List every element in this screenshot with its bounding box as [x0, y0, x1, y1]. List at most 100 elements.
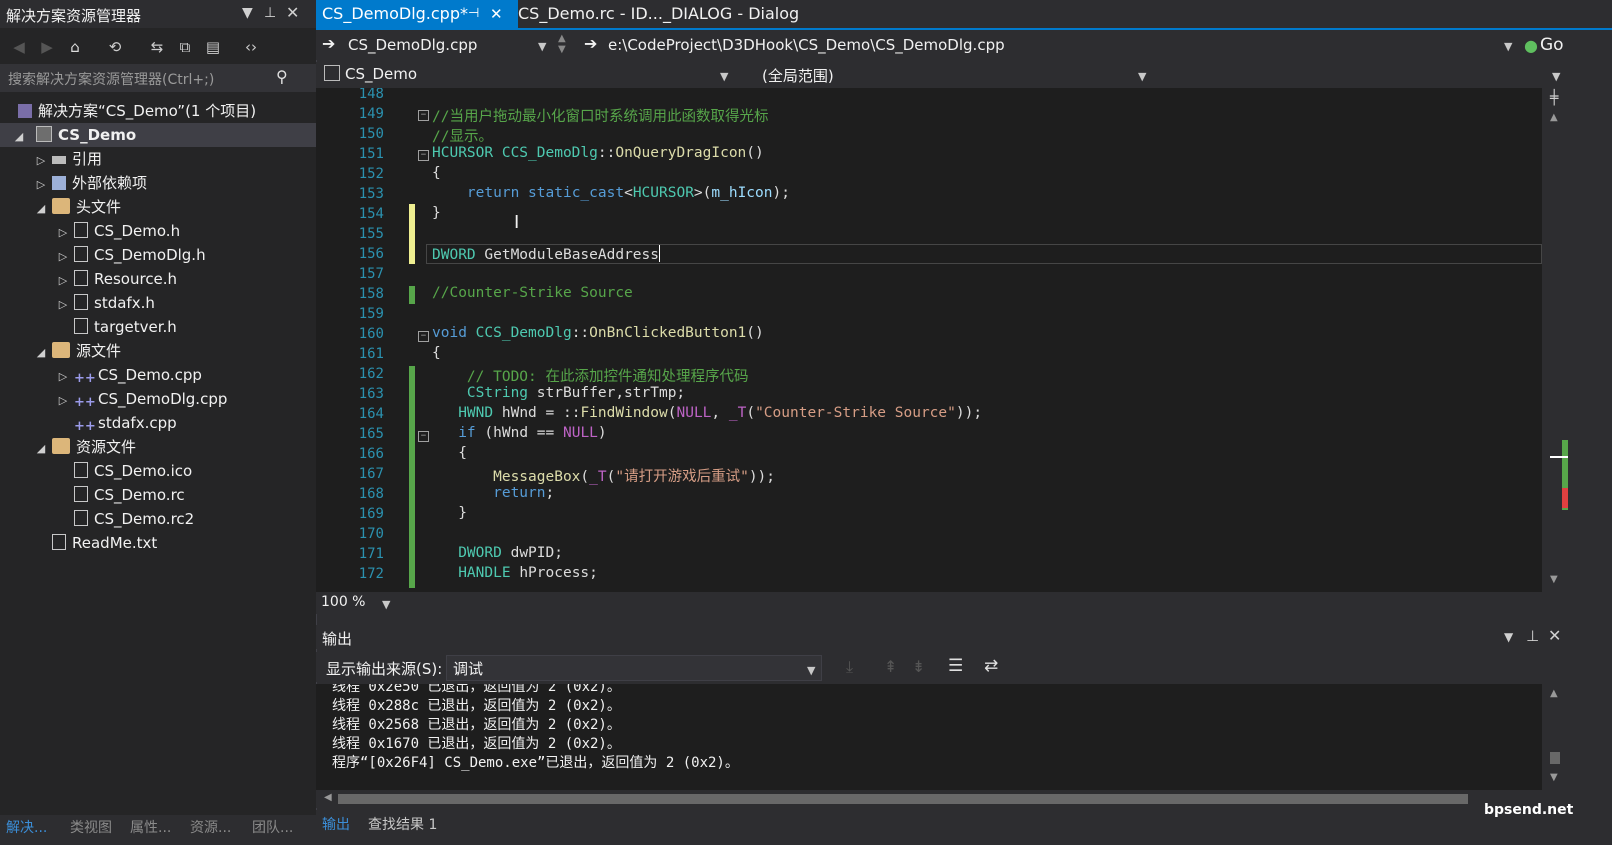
previous-message-icon[interactable]: ⇞ — [884, 657, 897, 676]
tab-cs-demo-rc-dialog[interactable]: CS_Demo.rc - ID..._DIALOG - Dialog — [512, 0, 808, 28]
tab-resources[interactable]: 资源... — [190, 817, 231, 837]
line-number: 169 — [358, 506, 384, 522]
tree-item-references[interactable]: ▷ 引用 — [34, 147, 102, 171]
tree-item-file[interactable]: ▷ CS_DemoDlg.h — [56, 243, 206, 267]
chevron-down-icon[interactable]: ▼ — [538, 40, 546, 53]
tree-item-file[interactable]: ▷ Resource.h — [56, 267, 177, 291]
collapsed-arrow-icon[interactable]: ▷ — [56, 221, 70, 245]
scroll-thumb[interactable] — [338, 794, 1468, 804]
find-message-icon[interactable]: ⤓ — [846, 657, 853, 677]
tree-item-file[interactable]: CS_Demo.ico — [70, 459, 192, 483]
scroll-down-icon[interactable]: ▼ — [1550, 772, 1558, 783]
collapsed-arrow-icon[interactable]: ▷ — [56, 293, 70, 317]
collapsed-arrow-icon[interactable]: ▷ — [34, 173, 48, 197]
chevron-down-icon[interactable]: ▼ — [720, 70, 728, 83]
close-icon[interactable]: ✕ — [490, 0, 503, 28]
chevron-down-icon[interactable]: ▼ — [1504, 630, 1513, 644]
scroll-up-icon[interactable]: ▲ — [1550, 688, 1558, 699]
close-icon[interactable]: ✕ — [286, 3, 299, 22]
tree-item-source-files[interactable]: ◢ 源文件 — [34, 339, 121, 363]
tree-item-header-files[interactable]: ◢ 头文件 — [34, 195, 121, 219]
split-icon[interactable]: ╪ — [1550, 90, 1558, 106]
tab-solution-explorer[interactable]: 解决... — [6, 817, 47, 837]
forward-icon[interactable]: ▶ — [36, 36, 58, 58]
expanded-arrow-icon[interactable]: ◢ — [12, 125, 26, 149]
expanded-arrow-icon[interactable]: ◢ — [34, 341, 48, 365]
output-text-area[interactable]: 线程 0x2e50 已退出，返回值为 2 (0x2)。 线程 0x288c 已退… — [316, 684, 1542, 790]
collapsed-arrow-icon[interactable]: ▷ — [34, 149, 48, 173]
tree-item-file[interactable]: ▷ stdafx.h — [56, 291, 155, 315]
tab-class-view[interactable]: 类视图 — [70, 817, 112, 837]
tree-item-file[interactable]: ▷ ++ CS_DemoDlg.cpp — [56, 387, 228, 413]
collapse-icon[interactable]: − — [418, 110, 429, 121]
split-arrows-icon[interactable]: ▲ ▼ — [558, 33, 566, 55]
show-all-files-icon[interactable]: ▤ — [202, 36, 224, 58]
sync-icon[interactable]: ⇆ — [146, 36, 168, 58]
output-vertical-scrollbar[interactable]: ▲ ▼ — [1542, 684, 1568, 790]
collapse-all-icon[interactable]: ⧉ — [174, 36, 196, 58]
clear-all-icon[interactable]: ☰ — [948, 656, 963, 676]
next-message-icon[interactable]: ⇟ — [912, 657, 925, 676]
solution-search-box[interactable]: 搜索解决方案资源管理器(Ctrl+;) ⚲ — [0, 64, 316, 92]
expanded-arrow-icon[interactable]: ◢ — [34, 437, 48, 461]
home-icon[interactable]: ⌂ — [64, 36, 86, 58]
view-code-icon[interactable]: ‹› — [240, 36, 262, 58]
tab-cs-demodlg-cpp[interactable]: CS_DemoDlg.cpp* ⊣ ✕ — [316, 0, 518, 28]
chevron-down-icon[interactable]: ▼ — [382, 598, 390, 611]
scope-dropdown[interactable]: (全局范围) — [762, 65, 834, 86]
word-wrap-icon[interactable]: ⇄ — [984, 656, 998, 676]
tab-find-results[interactable]: 查找结果 1 — [368, 814, 437, 834]
tab-properties[interactable]: 属性... — [130, 817, 171, 837]
tab-output[interactable]: 输出 — [322, 814, 350, 834]
collapsed-arrow-icon[interactable]: ▷ — [56, 389, 70, 413]
collapse-icon[interactable]: − — [418, 331, 429, 342]
tab-team[interactable]: 团队... — [252, 817, 293, 837]
file-selector[interactable]: CS_DemoDlg.cpp — [348, 36, 477, 54]
expanded-arrow-icon[interactable]: ◢ — [34, 197, 48, 221]
history-icon[interactable]: ⟲ — [104, 36, 126, 58]
tree-item-external-deps[interactable]: ▷ 外部依赖项 — [34, 171, 147, 195]
collapse-icon[interactable]: − — [418, 150, 429, 161]
chevron-down-icon[interactable]: ▼ — [1504, 40, 1512, 53]
pin-icon[interactable]: ⊣ — [468, 0, 479, 28]
chevron-down-icon[interactable]: ▼ — [242, 5, 253, 21]
tree-item-file[interactable]: ++ stdafx.cpp — [70, 411, 177, 435]
path-input[interactable]: e:\CodeProject\D3DHook\CS_Demo\CS_DemoDl… — [608, 36, 1005, 54]
search-icon[interactable]: ⚲ — [276, 67, 288, 86]
tree-item-file[interactable]: ReadMe.txt — [48, 531, 157, 555]
scroll-down-icon[interactable]: ▼ — [1550, 574, 1558, 585]
output-source-select[interactable]: 调试 ▼ — [446, 655, 822, 681]
chevron-down-icon[interactable]: ▼ — [1138, 70, 1146, 83]
pin-icon[interactable]: ⊥ — [264, 5, 276, 21]
collapse-icon[interactable]: − — [418, 431, 429, 442]
tree-item-resource-files[interactable]: ◢ 资源文件 — [34, 435, 136, 459]
tree-item-project[interactable]: ◢ CS_Demo — [0, 123, 316, 147]
editor-vertical-scrollbar[interactable]: ╪ ▲ ▼ — [1542, 88, 1568, 592]
function-token: OnBnClickedButton1 — [589, 325, 747, 341]
tree-item-label: CS_Demo — [58, 126, 137, 144]
go-button[interactable]: ● Go — [1524, 32, 1612, 58]
code-editor[interactable]: − − − − 148 149 150 151 152 153 154 155 … — [316, 88, 1542, 592]
collapsed-arrow-icon[interactable]: ▷ — [56, 269, 70, 293]
code-text: (hWnd == — [475, 425, 563, 441]
tree-item-file[interactable]: CS_Demo.rc — [70, 483, 185, 507]
output-horizontal-scrollbar[interactable]: ◀ — [316, 790, 1542, 808]
tree-item-file[interactable]: ▷ CS_Demo.h — [56, 219, 180, 243]
collapsed-arrow-icon[interactable]: ▷ — [56, 365, 70, 389]
tree-item-solution[interactable]: 解决方案“CS_Demo”(1 个项目) — [14, 99, 256, 123]
scroll-left-icon[interactable]: ◀ — [324, 792, 332, 803]
collapsed-arrow-icon[interactable]: ▷ — [56, 245, 70, 269]
chevron-down-icon[interactable]: ▼ — [807, 664, 815, 677]
scroll-thumb[interactable] — [1550, 752, 1560, 764]
close-icon[interactable]: ✕ — [1548, 626, 1561, 645]
chevron-down-icon[interactable]: ▼ — [1552, 70, 1560, 83]
pin-icon[interactable]: ⊥ — [1526, 627, 1539, 645]
tree-item-file[interactable]: ▷ ++ CS_Demo.cpp — [56, 363, 202, 387]
tree-item-file[interactable]: targetver.h — [70, 315, 177, 339]
project-dropdown[interactable]: CS_Demo — [345, 65, 417, 83]
scroll-up-icon[interactable]: ▲ — [1550, 112, 1558, 123]
brace: } — [458, 505, 467, 521]
tree-item-file[interactable]: CS_Demo.rc2 — [70, 507, 194, 531]
zoom-level[interactable]: 100 % — [321, 594, 365, 610]
back-icon[interactable]: ◀ — [8, 36, 30, 58]
